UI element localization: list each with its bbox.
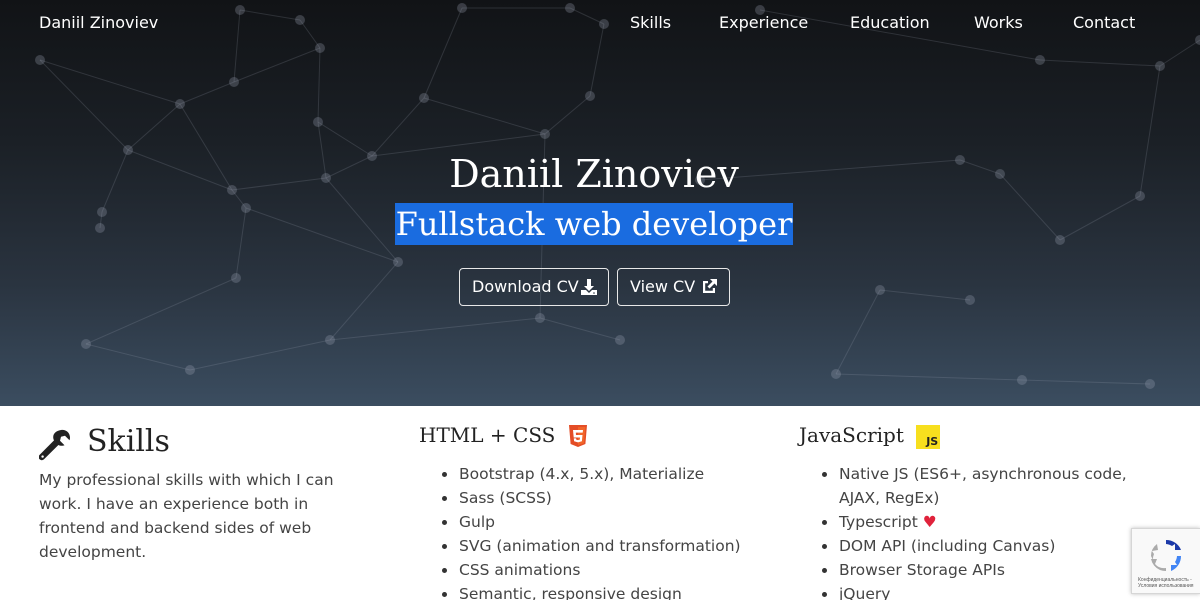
network-line [371, 97, 425, 157]
hero-title: Daniil Zinoviev [449, 152, 739, 196]
html-css-list: Bootstrap (4.x, 5.x), Materialize Sass (… [442, 462, 759, 600]
network-line [127, 103, 181, 151]
network-node [313, 117, 323, 127]
download-cv-button[interactable]: Download CV [459, 268, 609, 306]
network-line [179, 81, 235, 105]
javascript-title: JavaScript [799, 423, 904, 447]
js-badge-text: JS [926, 434, 939, 448]
network-node [1145, 379, 1155, 389]
network-node [615, 335, 625, 345]
nav-item-skills[interactable]: Skills [630, 13, 671, 32]
network-node [585, 91, 595, 101]
list-item: DOM API (including Canvas) [822, 534, 1149, 558]
download-icon [581, 279, 597, 295]
network-line [423, 97, 546, 135]
network-node [185, 365, 195, 375]
recaptcha-badge[interactable]: Конфиденциальность - Условия использован… [1131, 528, 1200, 594]
network-node [875, 285, 885, 295]
network-line [317, 47, 321, 123]
list-item: CSS animations [442, 558, 759, 582]
network-line [1021, 379, 1151, 385]
network-line [544, 95, 591, 135]
network-node [540, 129, 550, 139]
network-node [393, 257, 403, 267]
network-node [231, 273, 241, 283]
nav-item-works[interactable]: Works [974, 13, 1023, 32]
network-line [879, 289, 971, 301]
network-node [1155, 61, 1165, 71]
network-node [229, 77, 239, 87]
network-line [85, 343, 191, 371]
hero-subtitle: Fullstack web developer [394, 203, 794, 245]
view-cv-label: View CV [630, 277, 696, 296]
brand-link[interactable]: Daniil Zinoviev [39, 13, 158, 32]
hero-section: Daniil Zinoviev Skills Experience Educat… [0, 0, 1200, 406]
network-node [325, 335, 335, 345]
javascript-title-row: JavaScript JS [799, 423, 941, 449]
list-item: jQuery [822, 582, 1149, 600]
list-item: Semantic, responsive design [442, 582, 759, 600]
network-node [35, 55, 45, 65]
js-icon: JS [916, 424, 941, 449]
network-line [317, 121, 373, 157]
list-item: SVG (animation and transformation) [442, 534, 759, 558]
network-line [1039, 59, 1161, 67]
list-item: Sass (SCSS) [442, 486, 759, 510]
network-line [329, 261, 399, 341]
external-link-icon [703, 279, 717, 293]
network-node [1017, 375, 1027, 385]
network-node [419, 93, 429, 103]
list-item: Native JS (ES6+, asynchronous code, AJAX… [822, 462, 1149, 510]
network-line [85, 277, 237, 345]
network-line [233, 47, 321, 83]
network-node [175, 99, 185, 109]
network-node [965, 295, 975, 305]
list-item: Gulp [442, 510, 759, 534]
list-item: Bootstrap (4.x, 5.x), Materialize [442, 462, 759, 486]
list-item: Browser Storage APIs [822, 558, 1149, 582]
network-node [1035, 55, 1045, 65]
network-line [539, 317, 621, 341]
network-line [835, 289, 881, 375]
recaptcha-text: Конфиденциальность - Условия использован… [1138, 577, 1194, 589]
recaptcha-icon [1151, 539, 1182, 572]
nav-item-experience[interactable]: Experience [719, 13, 808, 32]
navbar: Daniil Zinoviev Skills Experience Educat… [0, 0, 1200, 46]
network-node [535, 313, 545, 323]
network-line [189, 339, 331, 371]
network-node [831, 369, 841, 379]
nav-item-education[interactable]: Education [850, 13, 930, 32]
view-cv-button[interactable]: View CV [617, 268, 730, 306]
list-item: Typescript ♥ [822, 510, 1149, 534]
network-node [81, 339, 91, 349]
skills-section: Skills My professional skills with which… [0, 406, 1200, 600]
html-css-title-row: HTML + CSS [419, 423, 588, 449]
network-line [329, 317, 541, 341]
html5-icon [568, 424, 587, 447]
wrench-icon [39, 429, 70, 461]
skills-description: My professional skills with which I can … [39, 471, 334, 561]
hero-subtitle-wrap: Fullstack web developer [0, 203, 1188, 245]
list-item-text: Typescript [839, 513, 918, 531]
skills-title: Skills [87, 424, 170, 459]
html-css-title: HTML + CSS [419, 423, 556, 447]
download-cv-label: Download CV [472, 277, 579, 296]
nav-item-contact[interactable]: Contact [1073, 13, 1135, 32]
javascript-list: Native JS (ES6+, asynchronous code, AJAX… [822, 462, 1149, 600]
network-line [835, 373, 1023, 381]
heart-icon: ♥ [922, 513, 937, 531]
